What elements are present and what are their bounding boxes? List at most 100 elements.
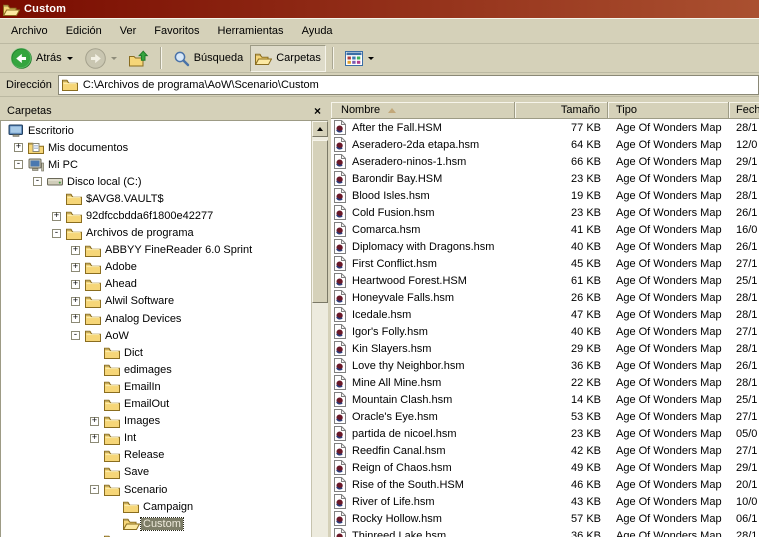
file-name-cell[interactable]: After the Fall.HSM: [331, 120, 515, 135]
tree-item-edimages[interactable]: edimages: [2, 361, 311, 378]
tree-item-int[interactable]: + Int: [2, 430, 311, 447]
back-dropdown-icon[interactable]: [66, 56, 73, 60]
menu-item-ayuda[interactable]: Ayuda: [293, 22, 342, 40]
file-row[interactable]: Blood Isles.hsm 19 KB Age Of Wonders Map 28…: [331, 187, 759, 204]
file-name-cell[interactable]: River of Life.hsm: [331, 494, 515, 509]
views-button[interactable]: [340, 45, 379, 72]
file-name-cell[interactable]: Aseradero-ninos-1.hsm: [331, 154, 515, 169]
tree-item-mis-documentos[interactable]: + Mis documentos: [2, 139, 311, 156]
views-dropdown-icon[interactable]: [367, 56, 374, 60]
file-row[interactable]: Mine All Mine.hsm 22 KB Age Of Wonders Map…: [331, 374, 759, 391]
tree-item-archivos-de-programa[interactable]: - Archivos de programa: [2, 225, 311, 242]
tree-item-escritorio[interactable]: Escritorio: [2, 122, 311, 139]
file-name-cell[interactable]: Love thy Neighbor.hsm: [331, 358, 515, 373]
file-row[interactable]: After the Fall.HSM 77 KB Age Of Wonders Ma…: [331, 119, 759, 136]
collapse-icon[interactable]: -: [90, 485, 99, 495]
file-row[interactable]: Igor's Folly.hsm 40 KB Age Of Wonders Map 2…: [331, 323, 759, 340]
expand-icon[interactable]: +: [71, 262, 80, 272]
title-bar[interactable]: Custom: [0, 0, 759, 18]
tree-item-campaign[interactable]: Campaign: [2, 498, 311, 515]
file-row[interactable]: Honeyvale Falls.hsm 26 KB Age Of Wonders M…: [331, 289, 759, 306]
file-row[interactable]: Heartwood Forest.HSM 61 KB Age Of Wonders …: [331, 272, 759, 289]
file-row[interactable]: Icedale.hsm 47 KB Age Of Wonders Map 28/1: [331, 306, 759, 323]
expand-icon[interactable]: +: [71, 279, 80, 289]
expand-icon[interactable]: +: [71, 245, 80, 255]
file-name-cell[interactable]: partida de nicoel.hsm: [331, 426, 515, 441]
file-row[interactable]: Thinreed Lake.hsm 36 KB Age Of Wonders Map…: [331, 527, 759, 537]
file-name-cell[interactable]: Icedale.hsm: [331, 307, 515, 322]
file-name-cell[interactable]: Rise of the South.HSM: [331, 477, 515, 492]
back-button[interactable]: Atrás: [6, 45, 78, 72]
file-row[interactable]: partida de nicoel.hsm 23 KB Age Of Wonders…: [331, 425, 759, 442]
tree-item-analog-devices[interactable]: + Analog Devices: [2, 310, 311, 327]
forward-dropdown-icon[interactable]: [110, 56, 117, 60]
file-row[interactable]: Barondir Bay.HSM 23 KB Age Of Wonders Map 2…: [331, 170, 759, 187]
tree-item-adobe[interactable]: + Adobe: [2, 259, 311, 276]
file-name-cell[interactable]: Aseradero-2da etapa.hsm: [331, 137, 515, 152]
file-name-cell[interactable]: Reedfin Canal.hsm: [331, 443, 515, 458]
column-header-tamaño[interactable]: Tamaño: [515, 102, 608, 119]
file-row[interactable]: Cold Fusion.hsm 23 KB Age Of Wonders Map 26…: [331, 204, 759, 221]
file-row[interactable]: Rocky Hollow.hsm 57 KB Age Of Wonders Map 0…: [331, 510, 759, 527]
menu-item-edicin[interactable]: Edición: [57, 22, 111, 40]
menu-item-herramientas[interactable]: Herramientas: [209, 22, 293, 40]
column-header-nombre[interactable]: Nombre: [331, 102, 515, 119]
tree-item-emailin[interactable]: EmailIn: [2, 378, 311, 395]
scrollbar-thumb[interactable]: [312, 140, 328, 303]
menu-item-favoritos[interactable]: Favoritos: [145, 22, 208, 40]
file-name-cell[interactable]: Heartwood Forest.HSM: [331, 273, 515, 288]
file-name-cell[interactable]: Thinreed Lake.hsm: [331, 528, 515, 537]
menu-item-archivo[interactable]: Archivo: [2, 22, 57, 40]
file-row[interactable]: Reign of Chaos.hsm 49 KB Age Of Wonders Ma…: [331, 459, 759, 476]
tree-item-alwil-software[interactable]: + Alwil Software: [2, 293, 311, 310]
menu-item-ver[interactable]: Ver: [111, 22, 146, 40]
tree-item-abbyy-finereader-6-0-sprint[interactable]: + ABBYY FineReader 6.0 Sprint: [2, 242, 311, 259]
file-row[interactable]: Love thy Neighbor.hsm 36 KB Age Of Wonders…: [331, 357, 759, 374]
file-name-cell[interactable]: Comarca.hsm: [331, 222, 515, 237]
up-button[interactable]: [124, 45, 154, 72]
scroll-up-button[interactable]: [312, 121, 328, 137]
tree-item-partial[interactable]: [2, 532, 311, 537]
expand-icon[interactable]: +: [71, 296, 80, 306]
file-name-cell[interactable]: Oracle's Eye.hsm: [331, 409, 515, 424]
tree-item-save[interactable]: Save: [2, 464, 311, 481]
file-row[interactable]: Reedfin Canal.hsm 42 KB Age Of Wonders Map…: [331, 442, 759, 459]
file-name-cell[interactable]: Barondir Bay.HSM: [331, 171, 515, 186]
tree-item-aow[interactable]: - AoW: [2, 327, 311, 344]
tree-item-scenario[interactable]: - Scenario: [2, 481, 311, 498]
file-name-cell[interactable]: Blood Isles.hsm: [331, 188, 515, 203]
column-header-tipo[interactable]: Tipo: [608, 102, 729, 119]
collapse-icon[interactable]: -: [71, 331, 80, 341]
collapse-icon[interactable]: -: [33, 177, 42, 187]
file-name-cell[interactable]: Rocky Hollow.hsm: [331, 511, 515, 526]
close-icon[interactable]: ×: [314, 105, 321, 117]
file-row[interactable]: Mountain Clash.hsm 14 KB Age Of Wonders Ma…: [331, 391, 759, 408]
expand-icon[interactable]: +: [90, 416, 99, 426]
file-row[interactable]: Rise of the South.HSM 46 KB Age Of Wonders…: [331, 476, 759, 493]
file-name-cell[interactable]: Diplomacy with Dragons.hsm: [331, 239, 515, 254]
file-name-cell[interactable]: Mountain Clash.hsm: [331, 392, 515, 407]
expand-icon[interactable]: +: [90, 433, 99, 443]
file-name-cell[interactable]: Mine All Mine.hsm: [331, 375, 515, 390]
tree-item-custom[interactable]: Custom: [2, 515, 311, 532]
file-row[interactable]: Aseradero-2da etapa.hsm 64 KB Age Of Wonde…: [331, 136, 759, 153]
tree-item-92dfccbdda6f1800e42277[interactable]: +92dfccbdda6f1800e42277: [2, 207, 311, 224]
tree-item-images[interactable]: + Images: [2, 413, 311, 430]
forward-button[interactable]: [80, 45, 122, 72]
file-row[interactable]: Oracle's Eye.hsm 53 KB Age Of Wonders Map 2…: [331, 408, 759, 425]
tree-item-ahead[interactable]: + Ahead: [2, 276, 311, 293]
tree-scrollbar[interactable]: [311, 121, 328, 537]
collapse-icon[interactable]: -: [52, 228, 61, 238]
file-row[interactable]: Aseradero-ninos-1.hsm 66 KB Age Of Wonders…: [331, 153, 759, 170]
collapse-icon[interactable]: -: [14, 160, 23, 170]
expand-icon[interactable]: +: [52, 211, 61, 221]
tree-item-disco-local-c-[interactable]: - Disco local (C:): [2, 173, 311, 190]
file-name-cell[interactable]: Reign of Chaos.hsm: [331, 460, 515, 475]
address-input[interactable]: C:\Archivos de programa\AoW\Scenario\Cus…: [57, 74, 759, 95]
column-header-fech[interactable]: Fech: [729, 102, 759, 119]
file-name-cell[interactable]: Honeyvale Falls.hsm: [331, 290, 515, 305]
file-name-cell[interactable]: First Conflict.hsm: [331, 256, 515, 271]
tree-item-mi-pc[interactable]: - Mi PC: [2, 156, 311, 173]
file-name-cell[interactable]: Cold Fusion.hsm: [331, 205, 515, 220]
file-name-cell[interactable]: Igor's Folly.hsm: [331, 324, 515, 339]
